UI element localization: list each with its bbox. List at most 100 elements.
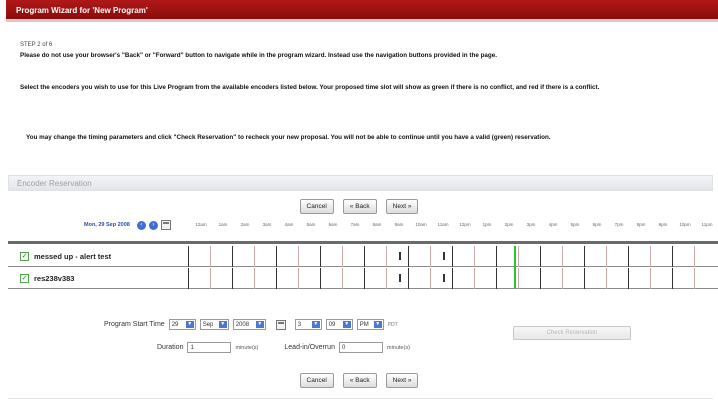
hour-label: 11am — [437, 222, 449, 227]
timeline-date[interactable]: Mon, 29 Sep 2008 — [84, 222, 130, 228]
reservation-marker — [443, 252, 445, 260]
leadin-input[interactable]: 0 — [338, 342, 383, 353]
reservation-instructions: You may change the timing parameters and… — [26, 134, 551, 141]
timeline-cell — [628, 246, 650, 267]
encoder-checkbox[interactable]: ✓ — [20, 274, 29, 283]
section-header: Encoder Reservation — [8, 175, 713, 191]
timeline-cell — [188, 268, 210, 289]
reservation-marker — [399, 252, 401, 260]
section-title: Encoder Reservation — [17, 179, 92, 188]
timeline-cell — [364, 268, 386, 289]
timeline-divider — [8, 241, 718, 244]
timeline-cell — [342, 246, 364, 267]
start-time-label: Program Start Time — [104, 321, 165, 328]
cancel-button[interactable]: Cancel — [299, 373, 334, 388]
timeline-cell — [232, 246, 254, 267]
timeline-cell — [518, 246, 540, 267]
timeline-cell — [232, 268, 254, 289]
timeline-cell — [452, 268, 474, 289]
day-select[interactable]: 29 ▼ — [168, 319, 196, 330]
hour-label: 3pm — [526, 222, 536, 227]
timeline-cell — [694, 268, 716, 289]
encoder-timeline — [188, 246, 718, 267]
timeline-cell — [672, 246, 694, 267]
encoder-name: messed up - alert test — [34, 252, 112, 261]
hour-label: 2am — [240, 222, 250, 227]
month-select[interactable]: Sep ▼ — [199, 319, 229, 330]
timeline-cell — [540, 246, 562, 267]
leadin-label: Lead-in/Overrun — [284, 344, 335, 351]
encoder-checkbox[interactable]: ✓ — [20, 252, 29, 261]
duration-label: Duration — [157, 344, 184, 351]
hour-label: 5am — [306, 222, 316, 227]
timeline-cell — [584, 246, 606, 267]
chevron-down-icon: ▼ — [185, 321, 194, 328]
timeline-cell — [210, 268, 232, 289]
timeline-cell — [298, 246, 320, 267]
chevron-down-icon: ▼ — [311, 321, 320, 328]
hour-label: 8pm — [636, 222, 646, 227]
hour-label: 12am — [195, 222, 207, 227]
timeline-hour-labels: 12am 1am 2am 3am 4am 5am 6am 7am 8am 9am 10am 11am 1… — [190, 222, 718, 232]
next-button[interactable]: Next » — [385, 373, 419, 388]
next-button[interactable]: Next » — [385, 199, 419, 214]
check-reservation-button[interactable]: Check Reservation — [513, 326, 631, 340]
hour-label: 9pm — [658, 222, 668, 227]
chevron-down-icon: ▼ — [342, 321, 351, 328]
timeline-cell — [672, 268, 694, 289]
timeline-cell — [430, 246, 452, 267]
encoder-row: ✓ messed up - alert test — [8, 246, 718, 267]
timeline-cell — [650, 268, 672, 289]
hour-label: 11pm — [701, 222, 713, 227]
hour-label: 2pm — [504, 222, 514, 227]
arrow-left-icon[interactable]: ‹ — [136, 220, 146, 230]
timeline-cell — [452, 246, 474, 267]
hour-label: 8am — [372, 222, 382, 227]
calendar-icon[interactable] — [160, 220, 171, 230]
timeline-cell — [606, 246, 628, 267]
timeline-cell — [254, 268, 276, 289]
ampm-select[interactable]: PM ▼ — [356, 319, 384, 330]
timeline-cell — [386, 268, 408, 289]
hour-label: 1am — [218, 222, 228, 227]
hour-label: 4am — [284, 222, 294, 227]
timeline-cell — [606, 268, 628, 289]
timeline-cell — [694, 246, 716, 267]
hour-label: 5pm — [570, 222, 580, 227]
hour-label: 4pm — [548, 222, 558, 227]
footer-divider — [8, 398, 713, 399]
timeline-cell — [364, 246, 386, 267]
timeline-cell — [518, 268, 540, 289]
timeline-cell — [276, 246, 298, 267]
chevron-down-icon: ▼ — [255, 321, 264, 328]
minute-select[interactable]: 09 ▼ — [325, 319, 353, 330]
reservation-marker — [443, 274, 445, 282]
chevron-down-icon: ▼ — [373, 321, 382, 328]
reservation-marker — [399, 274, 401, 282]
cancel-button[interactable]: Cancel — [299, 199, 334, 214]
hour-select[interactable]: 3 ▼ — [294, 319, 322, 330]
timeline-cell — [562, 246, 584, 267]
timeline-cell — [276, 268, 298, 289]
timeline-cell — [584, 268, 606, 289]
hour-label: 10pm — [679, 222, 691, 227]
timeline-date-controls: Mon, 29 Sep 2008 ‹ › — [84, 220, 171, 230]
calendar-icon[interactable] — [275, 319, 286, 330]
timeline-cell — [474, 268, 496, 289]
hour-label: 7pm — [614, 222, 624, 227]
duration-unit: minute(s) — [235, 344, 259, 351]
hour-label: 9am — [394, 222, 404, 227]
timeline-cell — [188, 246, 210, 267]
duration-row: Duration 1 minute(s) Lead-in/Overrun 0 m… — [157, 342, 410, 353]
hour-label: 12pm — [459, 222, 471, 227]
year-select[interactable]: 2008 ▼ — [232, 319, 266, 330]
hour-label: 3am — [262, 222, 272, 227]
timeline-cell — [298, 268, 320, 289]
timeline-cell — [408, 246, 430, 267]
hour-label: 6am — [328, 222, 338, 227]
back-button[interactable]: « Back — [342, 373, 377, 388]
arrow-right-icon[interactable]: › — [148, 220, 158, 230]
timeline-cell — [408, 268, 430, 289]
back-button[interactable]: « Back — [342, 199, 377, 214]
duration-input[interactable]: 1 — [187, 342, 232, 353]
